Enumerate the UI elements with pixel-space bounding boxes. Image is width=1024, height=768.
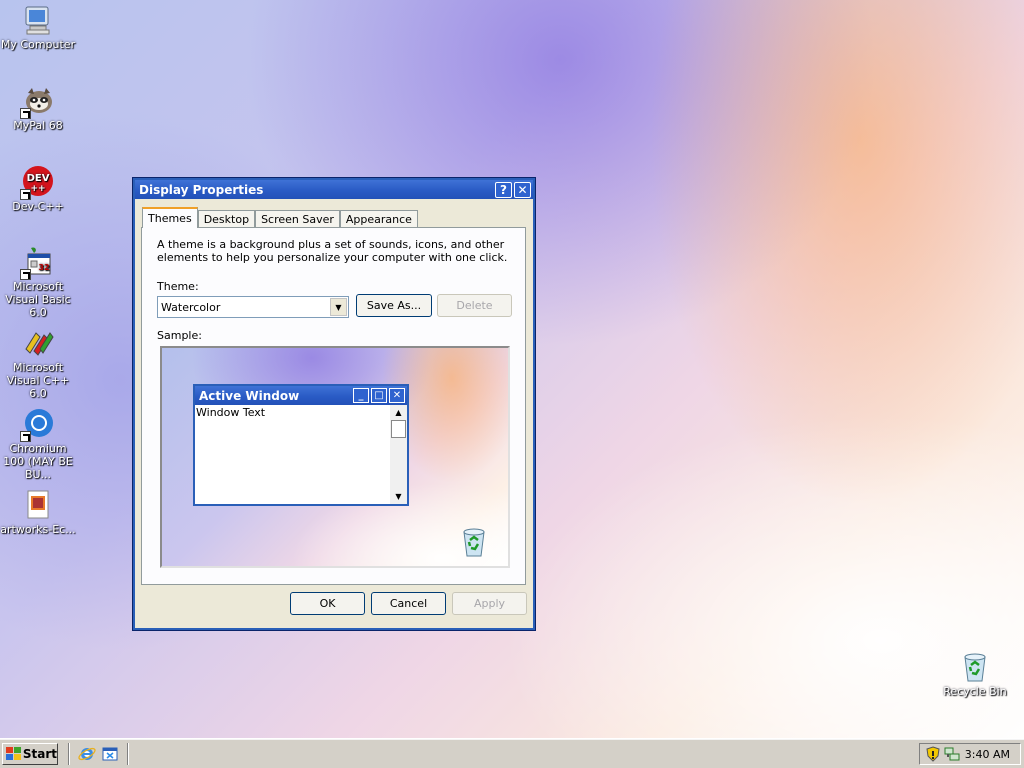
close-icon: ✕	[389, 388, 405, 403]
vb6-icon: 32	[20, 246, 54, 280]
theme-description: A theme is a background plus a set of so…	[157, 238, 508, 264]
scroll-thumb	[391, 420, 406, 438]
shortcut-arrow-icon	[20, 269, 31, 280]
maximize-icon: □	[371, 388, 387, 403]
scroll-up-icon: ▲	[395, 408, 402, 417]
start-button[interactable]: Start	[2, 743, 58, 765]
desktop-icon-chromium[interactable]: Chromium 100 (MAY BE BU...	[0, 408, 78, 481]
scroll-down-icon: ▼	[395, 492, 402, 501]
sample-recycle-bin-icon	[458, 526, 490, 558]
svg-text:32: 32	[38, 263, 49, 272]
desktop-icon-label: artworks-Ec...	[0, 523, 76, 536]
sample-scrollbar: ▲ ▼	[390, 405, 407, 504]
desktop-icon-label: Dev-C++	[12, 200, 64, 213]
sample-window-text: Window Text	[196, 406, 266, 419]
desktop-icon-label: Microsoft Visual Basic 6.0	[5, 280, 71, 319]
desktop-icon-vc6[interactable]: Microsoft Visual C++ 6.0	[0, 327, 78, 400]
tab-appearance[interactable]: Appearance	[339, 210, 418, 228]
network-icon[interactable]	[944, 746, 960, 762]
sample-window-title: Active Window	[199, 388, 300, 403]
tab-themes[interactable]: Themes	[142, 207, 198, 228]
theme-sample-preview: Active Window _ □ ✕ Window Text ▲ ▼	[160, 346, 510, 568]
sample-window-titlebar: Active Window _ □ ✕	[195, 386, 407, 405]
desktop-icon-label: Recycle Bin	[943, 685, 1007, 698]
shortcut-arrow-icon	[20, 108, 31, 119]
minimize-icon: _	[353, 388, 369, 403]
desktop-icon-label: Chromium 100 (MAY BE BU...	[3, 442, 73, 481]
mypal-raccoon-icon	[20, 85, 54, 119]
theme-dropdown[interactable]: Watercolor ▼	[157, 296, 349, 318]
show-desktop-icon[interactable]	[101, 745, 119, 763]
desktop-icon-recycle-bin[interactable]: Recycle Bin	[935, 651, 1015, 698]
start-label: Start	[22, 747, 57, 761]
taskbar-separator	[127, 743, 129, 765]
sample-label: Sample:	[157, 329, 202, 342]
desktop-icon-devcpp[interactable]: DEV ++ Dev-C++	[0, 166, 78, 213]
tab-strip: Themes Desktop Screen Saver Appearance	[142, 206, 418, 228]
internet-explorer-icon[interactable]	[78, 745, 96, 763]
chevron-down-icon[interactable]: ▼	[330, 298, 347, 316]
help-button[interactable]: ?	[495, 181, 512, 198]
shortcut-arrow-icon	[20, 431, 31, 442]
tab-desktop[interactable]: Desktop	[197, 210, 256, 228]
security-shield-icon[interactable]	[925, 746, 941, 762]
apply-button[interactable]: Apply	[452, 592, 527, 615]
desktop-icon-my-computer[interactable]: My Computer	[0, 4, 78, 51]
theme-label: Theme:	[157, 280, 199, 293]
desktop-icon-label: MyPal 68	[13, 119, 63, 132]
devcpp-icon: DEV ++	[20, 166, 54, 200]
image-file-icon	[22, 489, 54, 521]
windows-logo-icon	[6, 747, 21, 761]
sample-active-window: Active Window _ □ ✕ Window Text ▲ ▼	[193, 384, 409, 506]
system-tray: 3:40 AM	[919, 743, 1021, 765]
cancel-button[interactable]: Cancel	[371, 592, 446, 615]
display-properties-dialog: Display Properties ? ✕ Themes Desktop Sc…	[132, 177, 536, 631]
clock[interactable]: 3:40 AM	[965, 748, 1010, 761]
desktop-icon-vb6[interactable]: 32 Microsoft Visual Basic 6.0	[0, 246, 78, 319]
dialog-titlebar[interactable]: Display Properties ? ✕	[135, 180, 533, 199]
desktop-icon-label: My Computer	[0, 38, 76, 51]
taskbar: Start 3:40 AM	[0, 738, 1024, 768]
theme-dropdown-value: Watercolor	[161, 300, 221, 314]
desktop-icon-mypal[interactable]: MyPal 68	[0, 85, 78, 132]
devcpp-badge-text: DEV	[27, 173, 50, 184]
tab-screen-saver[interactable]: Screen Saver	[255, 210, 340, 228]
dialog-title: Display Properties	[139, 182, 264, 197]
delete-button[interactable]: Delete	[437, 294, 512, 317]
desktop-icon-label: Microsoft Visual C++ 6.0	[6, 361, 70, 400]
close-button[interactable]: ✕	[514, 181, 531, 198]
vc6-icon	[22, 327, 54, 359]
shortcut-arrow-icon	[20, 189, 31, 200]
devcpp-badge-sub: ++	[30, 184, 45, 194]
taskbar-separator	[68, 743, 70, 765]
save-as-button[interactable]: Save As...	[356, 294, 432, 317]
ok-button[interactable]: OK	[290, 592, 365, 615]
themes-panel: A theme is a background plus a set of so…	[141, 227, 526, 585]
recycle-bin-icon	[959, 651, 991, 683]
chromium-icon	[20, 408, 54, 442]
my-computer-icon	[22, 4, 54, 36]
desktop-icon-artworks[interactable]: artworks-Ec...	[0, 489, 78, 536]
